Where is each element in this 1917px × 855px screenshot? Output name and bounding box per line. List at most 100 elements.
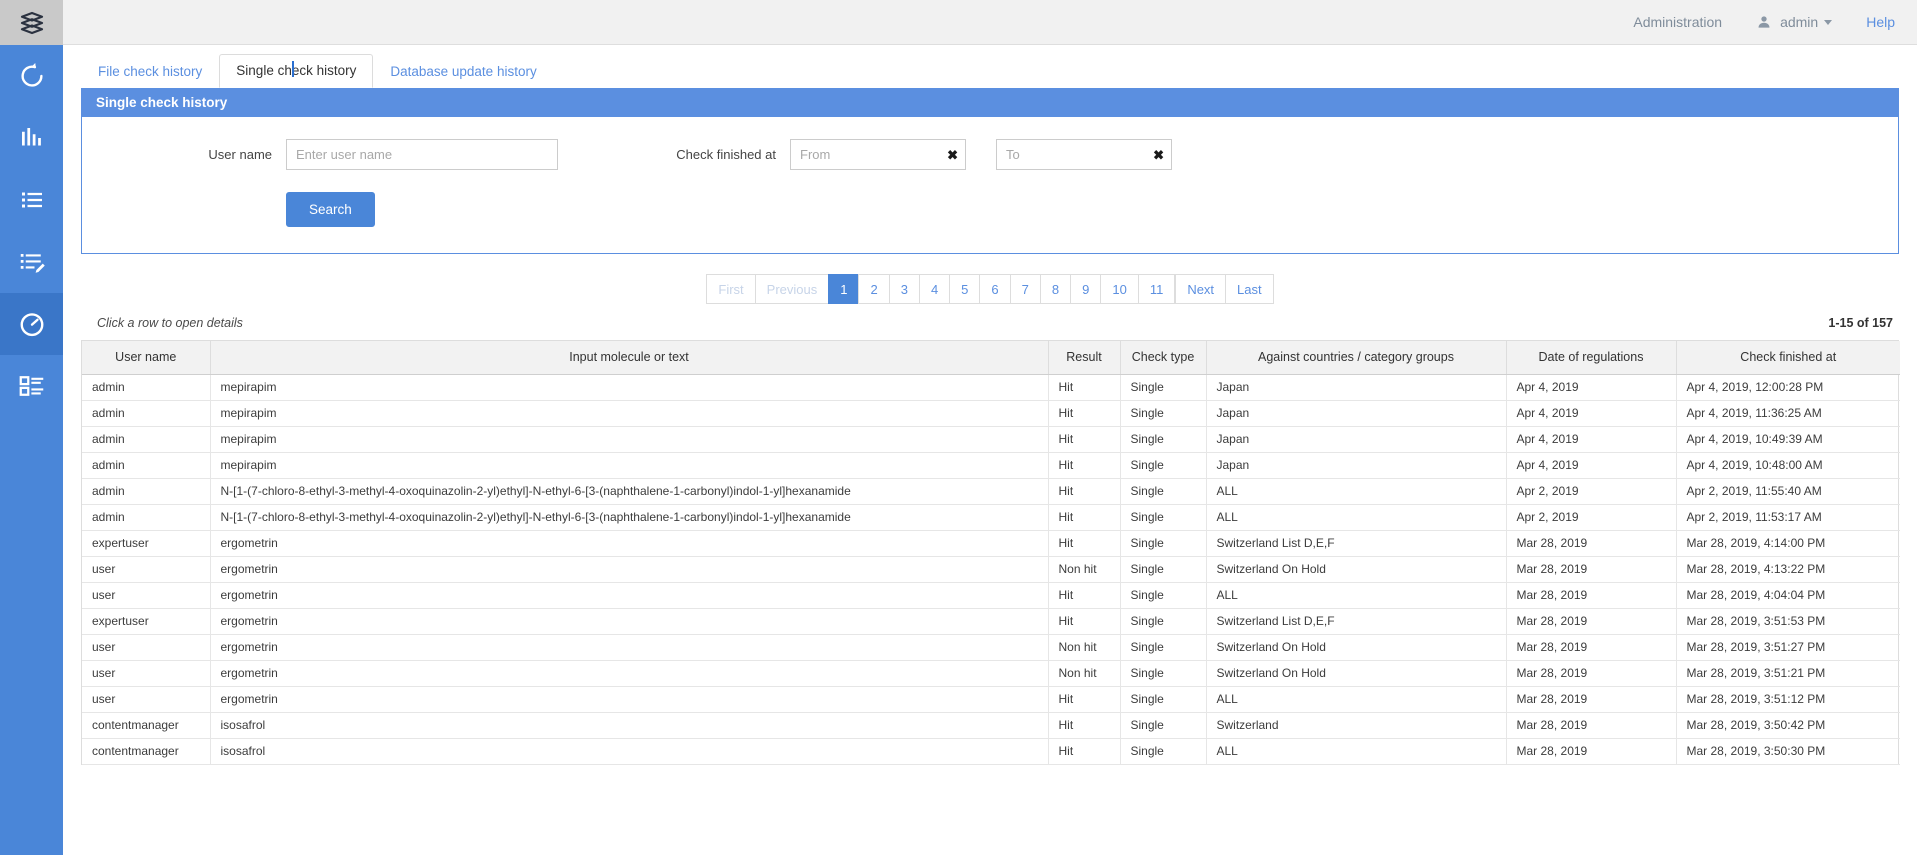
table-column-header[interactable]: Check finished at bbox=[1676, 341, 1900, 374]
table-row[interactable]: adminmepirapimHitSingleJapanApr 4, 2019A… bbox=[82, 400, 1900, 426]
table-cell: mepirapim bbox=[210, 400, 1048, 426]
table-cell: Apr 4, 2019, 12:00:28 PM bbox=[1676, 374, 1900, 400]
table-cell: Non hit bbox=[1048, 660, 1120, 686]
date-to-clear-icon[interactable]: ✖ bbox=[1153, 148, 1164, 161]
date-from-input[interactable] bbox=[790, 139, 966, 170]
table-cell: Japan bbox=[1206, 452, 1506, 478]
table-column-header[interactable]: User name bbox=[82, 341, 210, 374]
table-row[interactable]: userergometrinNon hitSingleSwitzerland O… bbox=[82, 556, 1900, 582]
table-cell: ergometrin bbox=[210, 582, 1048, 608]
user-menu[interactable]: admin bbox=[1756, 14, 1832, 30]
table-cell: Switzerland On Hold bbox=[1206, 660, 1506, 686]
pager-page-3[interactable]: 3 bbox=[889, 274, 919, 304]
pager-next[interactable]: Next bbox=[1175, 274, 1225, 304]
date-to-input[interactable] bbox=[996, 139, 1172, 170]
top-bar: Administration admin Help bbox=[63, 0, 1917, 45]
tab-file-check-history[interactable]: File check history bbox=[81, 55, 219, 89]
date-from-clear-icon[interactable]: ✖ bbox=[947, 148, 958, 161]
table-cell: Switzerland bbox=[1206, 712, 1506, 738]
table-cell: Mar 28, 2019, 3:51:53 PM bbox=[1676, 608, 1900, 634]
pager-last[interactable]: Last bbox=[1225, 274, 1274, 304]
date-to-wrapper: ✖ bbox=[996, 139, 1172, 170]
table-cell: Single bbox=[1120, 738, 1206, 764]
table-cell: Japan bbox=[1206, 426, 1506, 452]
table-row[interactable]: userergometrinHitSingleALLMar 28, 2019Ma… bbox=[82, 686, 1900, 712]
table-cell: Switzerland On Hold bbox=[1206, 634, 1506, 660]
table-row[interactable]: adminmepirapimHitSingleJapanApr 4, 2019A… bbox=[82, 426, 1900, 452]
sidebar-item-lists[interactable] bbox=[0, 169, 63, 231]
table-cell: Hit bbox=[1048, 374, 1120, 400]
table-cell: Mar 28, 2019 bbox=[1506, 582, 1676, 608]
table-cell: Single bbox=[1120, 452, 1206, 478]
pager-pages: 1234567891011 bbox=[828, 274, 1175, 304]
table-column-header[interactable]: Against countries / category groups bbox=[1206, 341, 1506, 374]
row-click-hint: Click a row to open details bbox=[97, 316, 243, 330]
table-row[interactable]: userergometrinNon hitSingleSwitzerland O… bbox=[82, 660, 1900, 686]
table-cell: Hit bbox=[1048, 582, 1120, 608]
table-cell: N-[1-(7-chloro-8-ethyl-3-methyl-4-oxoqui… bbox=[210, 504, 1048, 530]
table-cell: Apr 2, 2019, 11:55:40 AM bbox=[1676, 478, 1900, 504]
results-table-wrapper: User nameInput molecule or textResultChe… bbox=[81, 340, 1899, 765]
table-row[interactable]: adminmepirapimHitSingleJapanApr 4, 2019A… bbox=[82, 452, 1900, 478]
table-row[interactable]: userergometrinNon hitSingleSwitzerland O… bbox=[82, 634, 1900, 660]
table-column-header[interactable]: Input molecule or text bbox=[210, 341, 1048, 374]
table-cell: Single bbox=[1120, 660, 1206, 686]
table-row[interactable]: adminN-[1-(7-chloro-8-ethyl-3-methyl-4-o… bbox=[82, 478, 1900, 504]
pager-first[interactable]: First bbox=[706, 274, 754, 304]
list-icon bbox=[17, 185, 47, 215]
pager-page-1[interactable]: 1 bbox=[828, 274, 858, 304]
user-name-label: admin bbox=[1780, 14, 1818, 30]
tab-database-update-history[interactable]: Database update history bbox=[373, 55, 553, 89]
table-cell: ALL bbox=[1206, 686, 1506, 712]
main-content: File check history Single check history … bbox=[63, 45, 1917, 855]
date-from-wrapper: ✖ bbox=[790, 139, 966, 170]
table-row[interactable]: userergometrinHitSingleALLMar 28, 2019Ma… bbox=[82, 582, 1900, 608]
table-cell: ALL bbox=[1206, 478, 1506, 504]
result-count: 1-15 of 157 bbox=[1828, 316, 1899, 330]
table-cell: ergometrin bbox=[210, 556, 1048, 582]
sidebar-item-statistics[interactable] bbox=[0, 107, 63, 169]
user-name-input[interactable] bbox=[286, 139, 558, 170]
table-column-header[interactable]: Date of regulations bbox=[1506, 341, 1676, 374]
app-root: Administration admin Help File check his… bbox=[0, 0, 1917, 855]
table-row[interactable]: expertuserergometrinHitSingleSwitzerland… bbox=[82, 530, 1900, 556]
table-column-header[interactable]: Result bbox=[1048, 341, 1120, 374]
table-cell: Mar 28, 2019, 3:51:27 PM bbox=[1676, 634, 1900, 660]
table-cell: Mar 28, 2019 bbox=[1506, 608, 1676, 634]
sidebar-item-dashboard[interactable] bbox=[0, 355, 63, 417]
pager-page-10[interactable]: 10 bbox=[1100, 274, 1137, 304]
pager-page-7[interactable]: 7 bbox=[1010, 274, 1040, 304]
pager-page-4[interactable]: 4 bbox=[919, 274, 949, 304]
table-cell: user bbox=[82, 556, 210, 582]
table-cell: Apr 4, 2019 bbox=[1506, 400, 1676, 426]
bar-chart-icon bbox=[17, 123, 47, 153]
panel-body: User name Check finished at ✖ ✖ bbox=[82, 117, 1898, 253]
dashboard-blocks-icon bbox=[17, 371, 47, 401]
sidebar-item-refresh[interactable] bbox=[0, 45, 63, 107]
table-row[interactable]: adminmepirapimHitSingleJapanApr 4, 2019A… bbox=[82, 374, 1900, 400]
search-button[interactable]: Search bbox=[286, 192, 375, 227]
table-cell: Hit bbox=[1048, 608, 1120, 634]
sidebar-item-edit-list[interactable] bbox=[0, 231, 63, 293]
administration-link[interactable]: Administration bbox=[1633, 14, 1722, 30]
table-row[interactable]: contentmanagerisosafrolHitSingleSwitzerl… bbox=[82, 712, 1900, 738]
table-head: User nameInput molecule or textResultChe… bbox=[82, 341, 1900, 374]
table-row[interactable]: adminN-[1-(7-chloro-8-ethyl-3-methyl-4-o… bbox=[82, 504, 1900, 530]
tab-single-check-history[interactable]: Single check history bbox=[219, 54, 373, 89]
pager-previous[interactable]: Previous bbox=[755, 274, 829, 304]
app-logo[interactable] bbox=[0, 0, 63, 45]
sidebar-item-history[interactable] bbox=[0, 293, 63, 355]
pager-page-9[interactable]: 9 bbox=[1070, 274, 1100, 304]
pager-page-6[interactable]: 6 bbox=[979, 274, 1009, 304]
pager-page-2[interactable]: 2 bbox=[858, 274, 888, 304]
table-cell: Mar 28, 2019 bbox=[1506, 634, 1676, 660]
table-row[interactable]: contentmanagerisosafrolHitSingleALLMar 2… bbox=[82, 738, 1900, 764]
table-row[interactable]: expertuserergometrinHitSingleSwitzerland… bbox=[82, 608, 1900, 634]
pager-page-8[interactable]: 8 bbox=[1040, 274, 1070, 304]
help-link[interactable]: Help bbox=[1866, 14, 1895, 30]
pager-page-5[interactable]: 5 bbox=[949, 274, 979, 304]
panel-title: Single check history bbox=[82, 88, 1898, 117]
table-column-header[interactable]: Check type bbox=[1120, 341, 1206, 374]
pager-page-11[interactable]: 11 bbox=[1138, 274, 1176, 304]
table-cell: Mar 28, 2019 bbox=[1506, 712, 1676, 738]
